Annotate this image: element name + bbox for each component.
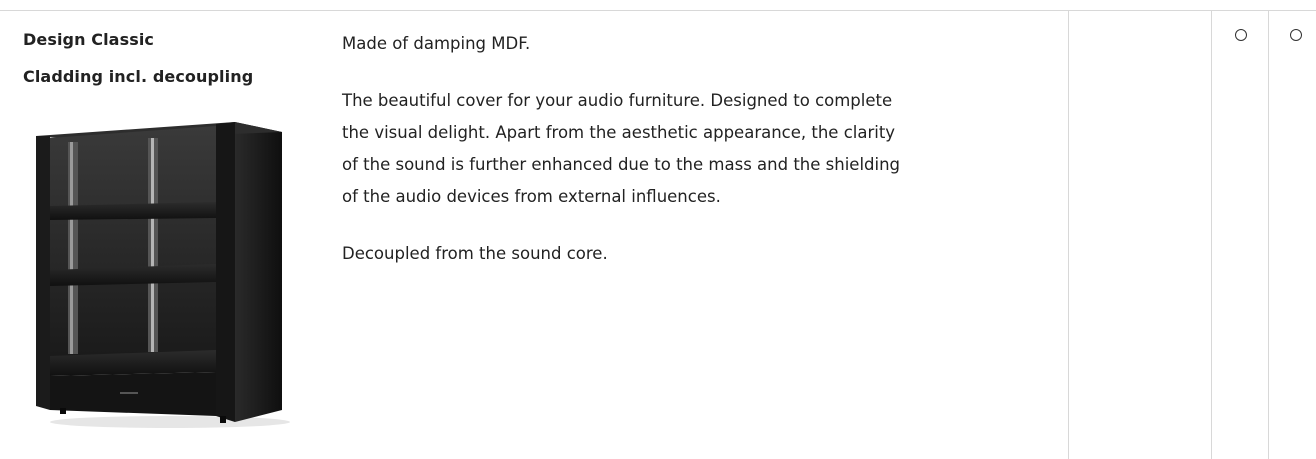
description-paragraph-1: Made of damping MDF. bbox=[342, 34, 531, 53]
product-title-line2: Cladding incl. decoupling bbox=[23, 67, 254, 86]
circle-outline-icon bbox=[1235, 29, 1247, 41]
product-feature-table: Design Classic Cladding incl. decoupling bbox=[0, 0, 1316, 459]
product-title-line1: Design Classic bbox=[23, 30, 154, 49]
column-divider-1 bbox=[1068, 11, 1069, 459]
audio-rack-cladding-image bbox=[36, 122, 290, 428]
description-line: the visual delight. Apart from the aesth… bbox=[342, 123, 896, 142]
description-line: The beautiful cover for your audio furni… bbox=[342, 91, 893, 110]
description-line: of the audio devices from external influ… bbox=[342, 187, 721, 206]
circle-outline-icon bbox=[1290, 29, 1302, 41]
top-divider bbox=[0, 10, 1316, 11]
description-line: of the sound is further enhanced due to … bbox=[342, 155, 901, 174]
column-divider-3 bbox=[1268, 11, 1269, 459]
description-paragraph-3: Decoupled from the sound core. bbox=[342, 244, 608, 263]
product-description: Made of damping MDF. The beautiful cover… bbox=[342, 28, 1062, 270]
column-divider-2 bbox=[1211, 11, 1212, 459]
description-paragraph-2: The beautiful cover for your audio furni… bbox=[342, 85, 1062, 213]
